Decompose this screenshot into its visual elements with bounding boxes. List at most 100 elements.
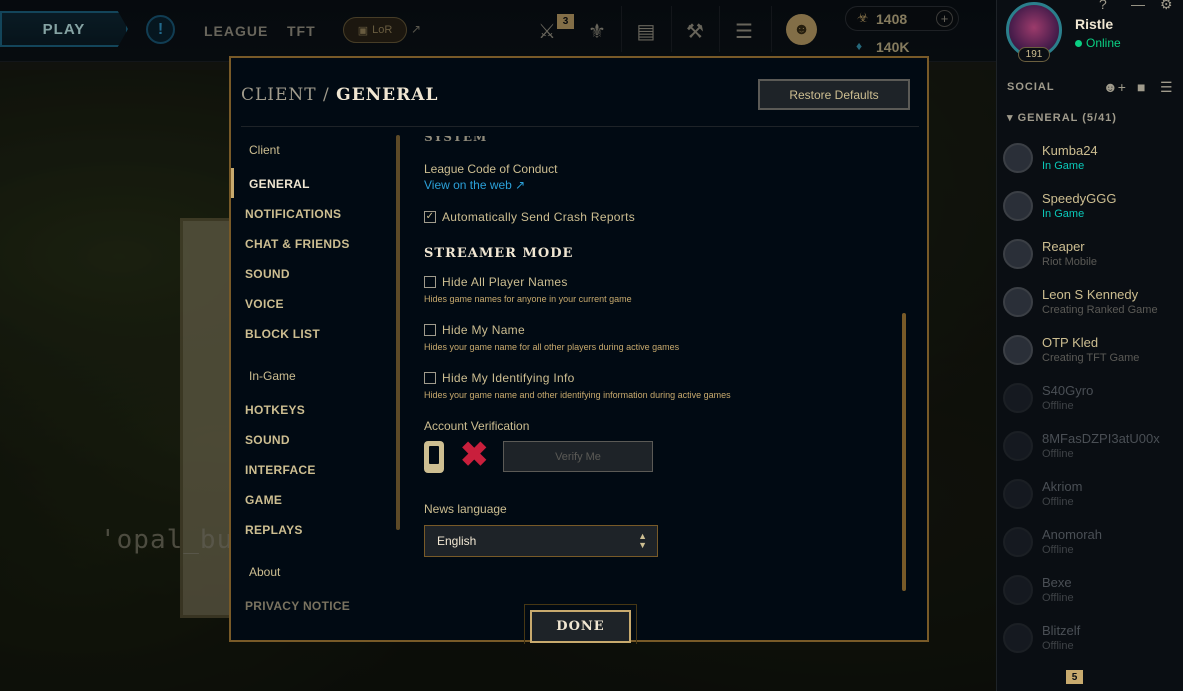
chevron-down-icon: ▾: [1007, 112, 1014, 124]
nav-group-ingame: In-Game: [249, 369, 296, 383]
hide-identifying-label: Hide My Identifying Info: [442, 371, 575, 385]
nav-ingame-sound[interactable]: SOUND: [245, 433, 290, 447]
nav-voice[interactable]: VOICE: [245, 297, 284, 311]
streamer-mode-title: STREAMER MODE: [424, 246, 574, 261]
friend-status: Offline: [1042, 544, 1074, 556]
friend-name: Anomorah: [1042, 527, 1102, 542]
friend-status: Creating Ranked Game: [1042, 304, 1158, 316]
system-section-header: SYSTEM: [424, 136, 488, 144]
phone-icon: [424, 441, 444, 473]
news-language-select[interactable]: English ▲ ▼: [424, 525, 658, 557]
friend-status: Creating TFT Game: [1042, 352, 1140, 364]
nav-scrollbar[interactable]: [396, 135, 400, 530]
account-verification-label: Account Verification: [424, 419, 530, 433]
crash-reports-checkbox[interactable]: ✓: [424, 211, 436, 223]
friend-name: 8MFasDZPI3atU00x: [1042, 431, 1160, 446]
nav-chat-friends[interactable]: CHAT & FRIENDS: [245, 237, 350, 251]
content-scrollbar[interactable]: [902, 313, 906, 591]
hide-player-names-label: Hide All Player Names: [442, 275, 568, 289]
friend-list-item[interactable]: SpeedyGGG In Game: [997, 187, 1183, 235]
social-title: SOCIAL: [1007, 81, 1055, 93]
friend-name: Leon S Kennedy: [1042, 287, 1139, 302]
hide-identifying-option[interactable]: Hide My Identifying Info: [424, 371, 575, 385]
profile-status[interactable]: Online: [1075, 36, 1121, 50]
friend-avatar: [1003, 479, 1033, 509]
friend-avatar: [1003, 527, 1033, 557]
friend-list-item[interactable]: Reaper Riot Mobile: [997, 235, 1183, 283]
hide-my-name-option[interactable]: Hide My Name: [424, 323, 525, 337]
restore-defaults-button[interactable]: Restore Defaults: [758, 79, 910, 110]
nav-general[interactable]: GENERAL: [249, 177, 310, 191]
friend-name: Reaper: [1042, 239, 1085, 254]
friend-list-item[interactable]: Akriom Offline: [997, 475, 1183, 523]
nav-notifications[interactable]: NOTIFICATIONS: [245, 207, 341, 221]
friend-list-item[interactable]: OTP Kled Creating TFT Game: [997, 331, 1183, 379]
hide-player-names-hint: Hides game names for anyone in your curr…: [424, 294, 632, 304]
friend-status: In Game: [1042, 160, 1085, 172]
friend-avatar: [1003, 143, 1033, 173]
nav-hotkeys[interactable]: HOTKEYS: [245, 403, 305, 417]
verify-me-button[interactable]: Verify Me: [503, 441, 653, 472]
modal-title: CLIENT / GENERAL: [241, 85, 438, 105]
nav-sound[interactable]: SOUND: [245, 267, 290, 281]
friend-group-label: GENERAL (5/41): [1017, 112, 1117, 124]
news-language-label: News language: [424, 502, 507, 516]
friend-list-item[interactable]: S40Gyro Offline: [997, 379, 1183, 427]
friend-avatar: [1003, 575, 1033, 605]
hide-my-name-checkbox[interactable]: [424, 324, 436, 336]
friend-list-item[interactable]: 8MFasDZPI3atU00x Offline: [997, 427, 1183, 475]
friend-avatar: [1003, 191, 1033, 221]
friend-list-item[interactable]: Kumba24 In Game: [997, 139, 1183, 187]
settings-modal: CLIENT / GENERAL Restore Defaults Client…: [229, 56, 929, 644]
news-language-value: English: [437, 534, 477, 548]
unverified-x-icon: ✖: [460, 436, 489, 474]
friend-avatar: [1003, 623, 1033, 653]
title-main: GENERAL: [336, 85, 439, 105]
friend-avatar: [1003, 239, 1033, 269]
nav-block-list[interactable]: BLOCK LIST: [245, 327, 320, 341]
friend-name: Akriom: [1042, 479, 1083, 494]
hide-player-names-option[interactable]: Hide All Player Names: [424, 275, 568, 289]
friend-name: Bexe: [1042, 575, 1072, 590]
friend-list-item[interactable]: Blitzelf Offline: [997, 619, 1183, 667]
friend-list-item[interactable]: Anomorah Offline: [997, 523, 1183, 571]
social-panel: ? — ⚙ 191 Ristle Online SOCIAL ☻+ ■ ☰ ▾ …: [996, 0, 1183, 691]
friend-name: OTP Kled: [1042, 335, 1099, 350]
bottom-badge: 5: [1066, 670, 1083, 684]
friend-status: Offline: [1042, 448, 1074, 460]
profile-name[interactable]: Ristle: [1075, 16, 1113, 32]
friend-list-item[interactable]: Leon S Kennedy Creating Ranked Game: [997, 283, 1183, 331]
friend-status: In Game: [1042, 208, 1085, 220]
active-nav-indicator: [231, 168, 234, 198]
friend-group-header[interactable]: ▾ GENERAL (5/41): [1007, 111, 1117, 124]
crash-reports-option[interactable]: ✓ Automatically Send Crash Reports: [424, 210, 635, 224]
hide-player-names-checkbox[interactable]: [424, 276, 436, 288]
friend-avatar: [1003, 335, 1033, 365]
friend-name: S40Gyro: [1042, 383, 1094, 398]
header-divider: [241, 126, 919, 127]
done-button[interactable]: DONE: [530, 610, 631, 643]
add-folder-icon[interactable]: ■: [1137, 79, 1145, 95]
nav-interface[interactable]: INTERFACE: [245, 463, 316, 477]
nav-group-client: Client: [249, 143, 280, 157]
friend-list-item[interactable]: Bexe Offline: [997, 571, 1183, 619]
code-of-conduct-link[interactable]: View on the web ↗: [424, 178, 525, 192]
friend-name: Kumba24: [1042, 143, 1098, 158]
code-of-conduct-label: League Code of Conduct: [424, 162, 558, 176]
select-arrows-icon: ▲ ▼: [638, 531, 647, 550]
nav-group-about: About: [249, 565, 281, 579]
nav-replays[interactable]: REPLAYS: [245, 523, 303, 537]
nav-game[interactable]: GAME: [245, 493, 282, 507]
hide-identifying-hint: Hides your game name and other identifyi…: [424, 390, 731, 400]
hide-my-name-hint: Hides your game name for all other playe…: [424, 342, 680, 352]
list-view-icon[interactable]: ☰: [1160, 79, 1173, 96]
help-icon[interactable]: ?: [1099, 0, 1107, 12]
hide-identifying-checkbox[interactable]: [424, 372, 436, 384]
add-friend-icon[interactable]: ☻+: [1103, 79, 1126, 95]
friend-avatar: [1003, 383, 1033, 413]
friend-avatar: [1003, 287, 1033, 317]
settings-gear-icon[interactable]: ⚙: [1160, 0, 1173, 13]
minimize-icon[interactable]: —: [1131, 0, 1145, 12]
nav-privacy-notice[interactable]: PRIVACY NOTICE: [245, 599, 350, 613]
profile-level: 191: [1018, 47, 1050, 62]
